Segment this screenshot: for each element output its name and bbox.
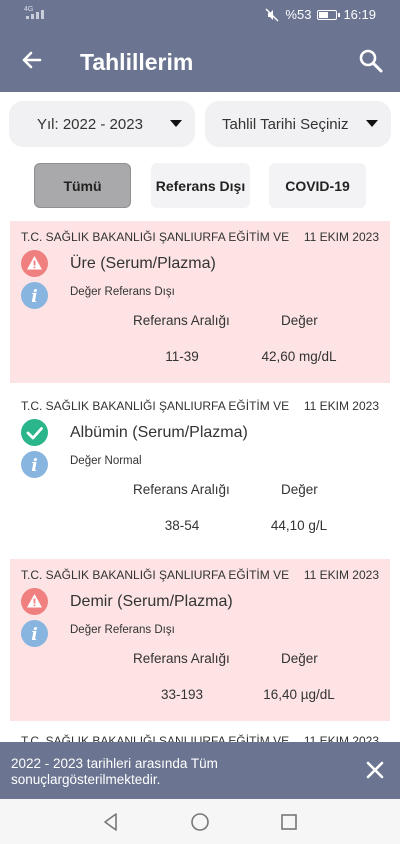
result-value: 42,60 mg/dL (261, 349, 337, 364)
svg-text:i: i (31, 625, 37, 645)
clock: 16:19 (343, 7, 376, 22)
filter-out-of-range-button[interactable]: Referans Dışı (151, 163, 250, 208)
system-nav-bar (0, 799, 400, 844)
network-type: 4G (24, 6, 34, 13)
institution-name: T.C. SAĞLIK BAKANLIĞI ŞANLIURFA EĞİTİM V… (21, 734, 290, 742)
year-dropdown-value: Yıl: 2022 - 2023 (37, 115, 143, 133)
close-icon[interactable] (365, 760, 385, 780)
arrow-left-icon[interactable] (18, 46, 46, 74)
reference-range-header: Referans Aralığı (133, 651, 230, 666)
date-dropdown-value: Tahlil Tarihi Seçiniz (222, 115, 349, 133)
svg-text:i: i (31, 287, 37, 307)
year-dropdown[interactable]: Yıl: 2022 - 2023 (9, 101, 195, 147)
app-bar: Tahlillerim (0, 30, 400, 92)
test-name: Üre (Serum/Plazma) (70, 255, 216, 272)
info-icon[interactable]: i (21, 451, 48, 478)
mute-icon (265, 8, 279, 21)
reference-range: 38-54 (164, 518, 200, 533)
result-date: 11 EKIM 2023 (303, 399, 379, 413)
reference-range: 33-193 (160, 687, 204, 702)
page-title: Tahlillerim (80, 49, 194, 75)
reference-range-header: Referans Aralığı (133, 313, 230, 328)
warning-icon (21, 250, 48, 277)
result-note: Değer Referans Dışı (70, 624, 175, 636)
result-date: 11 EKIM 2023 (303, 734, 379, 742)
info-icon[interactable]: i (21, 282, 48, 309)
result-card[interactable]: T.C. SAĞLIK BAKANLIĞI ŞANLIURFA EĞİTİM V… (10, 390, 390, 552)
result-note: Değer Normal (70, 455, 142, 467)
result-card[interactable]: T.C. SAĞLIK BAKANLIĞI ŞANLIURFA EĞİTİM V… (10, 559, 390, 721)
check-circle-icon (21, 419, 48, 446)
institution-name: T.C. SAĞLIK BAKANLIĞI ŞANLIURFA EĞİTİM V… (21, 399, 290, 413)
value-header: Değer (281, 651, 318, 666)
institution-name: T.C. SAĞLIK BAKANLIĞI ŞANLIURFA EĞİTİM V… (21, 568, 290, 582)
battery-icon (317, 9, 341, 20)
value-header: Değer (281, 482, 318, 497)
chevron-down-icon (366, 120, 378, 127)
info-icon[interactable]: i (21, 620, 48, 647)
result-note: Değer Referans Dışı (70, 286, 175, 298)
test-name: Albümin (Serum/Plazma) (70, 424, 248, 441)
reference-range: 11-39 (165, 349, 199, 364)
test-name: Demir (Serum/Plazma) (70, 593, 233, 610)
home-circle-icon[interactable] (189, 811, 211, 833)
result-value: 16,40 µg/dL (263, 687, 335, 702)
result-date: 11 EKIM 2023 (303, 230, 379, 244)
result-value: 44,10 g/L (270, 518, 328, 533)
recents-square-icon[interactable] (278, 811, 300, 833)
reference-range-header: Referans Aralığı (133, 482, 230, 497)
result-card[interactable]: T.C. SAĞLIK BAKANLIĞI ŞANLIURFA EĞİTİM V… (10, 221, 390, 383)
filter-covid-button[interactable]: COVID-19 (269, 163, 366, 208)
signal-icon: 4G (24, 6, 44, 19)
chevron-down-icon (170, 120, 182, 127)
institution-name: T.C. SAĞLIK BAKANLIĞI ŞANLIURFA EĞİTİM V… (21, 230, 290, 244)
back-triangle-icon[interactable] (100, 811, 122, 833)
warning-icon (21, 588, 48, 615)
date-dropdown[interactable]: Tahlil Tarihi Seçiniz (205, 101, 391, 147)
search-icon[interactable] (358, 48, 384, 74)
filter-all-button[interactable]: Tümü (34, 163, 131, 208)
value-header: Değer (281, 313, 318, 328)
svg-text:i: i (31, 456, 37, 476)
result-card[interactable]: T.C. SAĞLIK BAKANLIĞI ŞANLIURFA EĞİTİM V… (10, 728, 390, 742)
battery-percent: %53 (285, 7, 312, 22)
snackbar-message: 2022 - 2023 tarihleri arasında Tüm sonuç… (11, 756, 218, 787)
snackbar: 2022 - 2023 tarihleri arasında Tüm sonuç… (0, 742, 400, 799)
status-bar: 4G %53 16:19 (0, 0, 400, 30)
result-date: 11 EKIM 2023 (303, 568, 379, 582)
